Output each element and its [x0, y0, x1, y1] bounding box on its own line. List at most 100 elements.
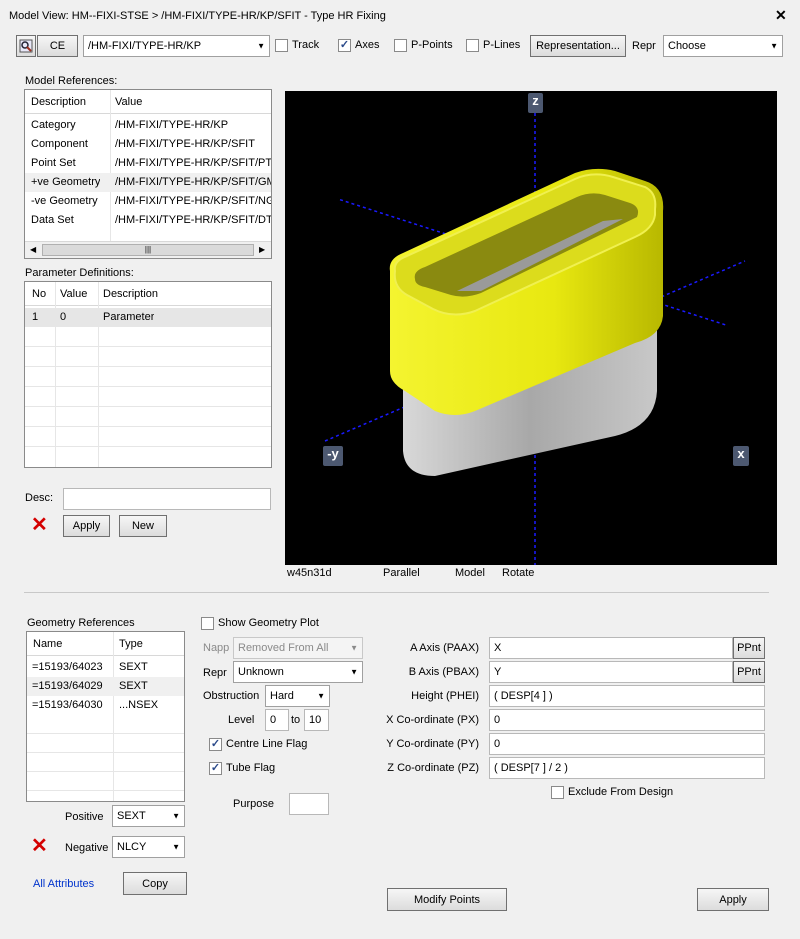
- repr-combo[interactable]: Choose ▼: [663, 35, 783, 57]
- obstruction-combo[interactable]: Hard ▼: [265, 685, 330, 707]
- row-value: /HM-FIXI/TYPE-HR/KP: [115, 119, 229, 131]
- axis-neg-y-label: -y: [323, 446, 343, 466]
- show-geometry-plot-checkbox[interactable]: [201, 617, 214, 630]
- pick-element-button[interactable]: [16, 35, 36, 57]
- modify-points-button[interactable]: Modify Points: [387, 888, 507, 911]
- row-name: =15193/64023: [32, 661, 103, 673]
- height-label: Height (PHEI): [411, 690, 479, 702]
- track-checkbox[interactable]: [275, 39, 288, 52]
- row-desc: Point Set: [31, 157, 76, 169]
- repr2-label: Repr: [203, 667, 227, 679]
- close-icon[interactable]: ✕: [775, 7, 787, 24]
- obstruction-value: Hard: [270, 690, 294, 702]
- geometry-references-heading: Geometry References: [27, 617, 135, 629]
- table-row[interactable]: Component/HM-FIXI/TYPE-HR/KP/SFIT: [25, 135, 271, 154]
- purpose-input[interactable]: [289, 793, 329, 815]
- element-path-combo[interactable]: /HM-FIXI/TYPE-HR/KP ▼: [83, 35, 270, 57]
- element-path-value: /HM-FIXI/TYPE-HR/KP: [88, 40, 202, 52]
- table-row[interactable]: =15193/64030 ...NSEX: [27, 696, 184, 715]
- exclude-from-design-checkbox[interactable]: [551, 786, 564, 799]
- napp-value: Removed From All: [238, 642, 329, 654]
- desc-input[interactable]: [63, 488, 271, 510]
- separator: [24, 592, 769, 593]
- row-type: ...NSEX: [119, 699, 159, 711]
- window-title: Model View: HM--FIXI-STSE > /HM-FIXI/TYP…: [9, 10, 386, 22]
- axes-checkbox[interactable]: [338, 39, 351, 52]
- table-header: Description Value: [25, 90, 271, 114]
- y-coordinate-input[interactable]: 0: [489, 733, 765, 755]
- desc-label: Desc:: [25, 492, 54, 504]
- ppoints-checkbox[interactable]: [394, 39, 407, 52]
- axis-z-label: z: [528, 93, 543, 113]
- x-coordinate-label: X Co-ordinate (PX): [386, 714, 479, 726]
- column-header: Description: [103, 288, 159, 300]
- repr2-combo[interactable]: Unknown ▼: [233, 661, 363, 683]
- apply-button[interactable]: Apply: [63, 515, 110, 537]
- representation-button[interactable]: Representation...: [530, 35, 626, 57]
- napp-combo: Removed From All ▼: [233, 637, 363, 659]
- x-coordinate-input[interactable]: 0: [489, 709, 765, 731]
- centre-line-flag-checkbox[interactable]: [209, 738, 222, 751]
- level-label: Level: [228, 714, 255, 726]
- new-button[interactable]: New: [119, 515, 167, 537]
- row-type: SEXT: [119, 680, 148, 692]
- a-axis-input[interactable]: X: [489, 637, 733, 659]
- ce-button[interactable]: CE: [37, 35, 78, 57]
- table-row[interactable]: Data Set/HM-FIXI/TYPE-HR/KP/SFIT/DT: [25, 211, 271, 230]
- table-row[interactable]: +ve Geometry/HM-FIXI/TYPE-HR/KP/SFIT/GM: [25, 173, 271, 192]
- negative-combo[interactable]: NLCY ▼: [112, 836, 185, 858]
- repr2-value: Unknown: [238, 666, 284, 678]
- napp-label: Napp: [203, 642, 230, 654]
- positive-combo[interactable]: SEXT ▼: [112, 805, 185, 827]
- copy-button[interactable]: Copy: [123, 872, 187, 895]
- all-attributes-link[interactable]: All Attributes: [33, 878, 94, 890]
- projection-status: Parallel: [383, 567, 420, 579]
- row-desc: Data Set: [31, 214, 74, 226]
- column-header: Value: [115, 96, 143, 108]
- model-references-table[interactable]: Description Value Category/HM-FIXI/TYPE-…: [24, 89, 272, 259]
- column-header: Type: [119, 638, 143, 650]
- a-axis-label: A Axis (PAAX): [410, 642, 479, 654]
- table-row[interactable]: =15193/64029 SEXT: [27, 677, 184, 696]
- height-input[interactable]: ( DESP[4 ] ): [489, 685, 765, 707]
- level-to-input[interactable]: 10: [304, 709, 329, 731]
- z-coordinate-label: Z Co-ordinate (PZ): [387, 762, 479, 774]
- b-axis-input[interactable]: Y: [489, 661, 733, 683]
- geometry-references-table[interactable]: Name Type =15193/64023 SEXT =15193/64029 S…: [26, 631, 185, 802]
- horizontal-scrollbar[interactable]: ◀ ||| ▶: [25, 241, 271, 258]
- purpose-label: Purpose: [233, 798, 274, 810]
- table-row[interactable]: Category/HM-FIXI/TYPE-HR/KP: [25, 116, 271, 135]
- row-desc: Category: [31, 119, 76, 131]
- column-header: Value: [60, 288, 88, 300]
- z-coordinate-input[interactable]: ( DESP[7 ] / 2 ): [489, 757, 765, 779]
- chevron-down-icon: ▼: [172, 842, 180, 852]
- axes-label: Axes: [355, 39, 380, 51]
- table-row[interactable]: -ve Geometry/HM-FIXI/TYPE-HR/KP/SFIT/NG: [25, 192, 271, 211]
- tube-flag-label: Tube Flag: [226, 762, 276, 774]
- y-coordinate-label: Y Co-ordinate (PY): [386, 738, 479, 750]
- track-label: Track: [292, 39, 320, 51]
- table-row[interactable]: 1 0 Parameter: [25, 308, 271, 327]
- level-to-label: to: [291, 714, 301, 726]
- tube-flag-checkbox[interactable]: [209, 762, 222, 775]
- positive-label: Positive: [65, 811, 104, 823]
- b-axis-ppnt-button[interactable]: PPnt: [733, 661, 765, 683]
- mode-status: Model: [455, 567, 485, 579]
- row-value: /HM-FIXI/TYPE-HR/KP/SFIT/NG: [115, 195, 271, 207]
- scroll-right-icon[interactable]: ▶: [259, 245, 265, 254]
- row-desc: +ve Geometry: [31, 176, 101, 188]
- plines-checkbox[interactable]: [466, 39, 479, 52]
- parameter-definitions-heading: Parameter Definitions:: [25, 267, 134, 279]
- plines-label: P-Lines: [483, 39, 521, 51]
- row-no: 1: [32, 311, 39, 323]
- b-axis-label: B Axis (PBAX): [408, 666, 479, 678]
- model-viewport[interactable]: z -y x: [285, 91, 777, 565]
- scroll-left-icon[interactable]: ◀: [30, 245, 36, 254]
- a-axis-ppnt-button[interactable]: PPnt: [733, 637, 765, 659]
- table-row[interactable]: Point Set/HM-FIXI/TYPE-HR/KP/SFIT/PT: [25, 154, 271, 173]
- scroll-thumb[interactable]: |||: [42, 244, 254, 256]
- level-from-input[interactable]: 0: [265, 709, 289, 731]
- parameter-definitions-table[interactable]: No Value Description 1 0 Parameter: [24, 281, 272, 468]
- apply-bottom-button[interactable]: Apply: [697, 888, 769, 911]
- table-row[interactable]: =15193/64023 SEXT: [27, 658, 184, 677]
